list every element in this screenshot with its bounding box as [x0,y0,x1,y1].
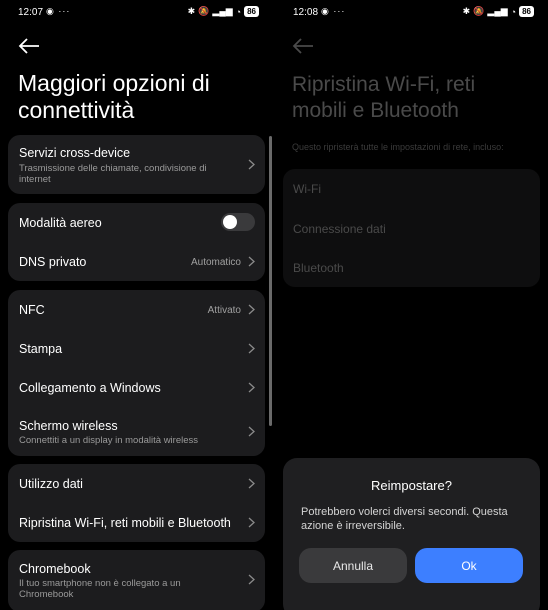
page-title: Maggiori opzioni di connettività [18,70,210,123]
status-time: 12:07 [18,7,44,18]
item-label: Stampa [19,342,63,356]
chevron-right-icon [248,574,255,585]
reset-item-wifi: Wi-Fi [293,182,321,196]
item-label: Servizi cross-device [19,146,131,160]
chevron-right-icon [248,343,255,354]
reset-items-card: Wi-Fi Connessione dati Bluetooth [283,169,540,287]
item-label: Collegamento a Windows [19,381,161,395]
item-label: Ripristina Wi-Fi, reti mobili e Bluetoot… [19,516,231,530]
settings-card: Utilizzo dati Ripristina Wi-Fi, reti mob… [8,464,265,542]
status-time: 12:08 [293,7,319,18]
confirm-dialog: Reimpostare? Potrebbero volerci diversi … [283,458,540,610]
system-icons: ✱ 🔕 ▂▄▆ ◔ 86 [463,6,534,17]
status-bar: 12:07 ◉ ··· ✱ 🔕 ▂▄▆ ◔ 86 [0,0,273,26]
status-bar: 12:08 ◉ ··· ✱ 🔕 ▂▄▆ ◔ 86 [275,0,548,26]
item-label: Utilizzo dati [19,477,83,491]
wireless-display-item[interactable]: Schermo wireless Connettiti a un display… [8,408,265,456]
chevron-right-icon [248,159,255,170]
back-arrow-icon[interactable] [292,38,314,54]
settings-card: Modalità aereo DNS privato Automatico [8,203,265,281]
chevron-right-icon [248,426,255,437]
item-label: Modalità aereo [19,216,102,230]
wifi-icon: ◔ [510,6,517,17]
item-subtitle: Il tuo smartphone non è collegato a un C… [19,578,181,600]
notification-icons: ◉ ··· [46,6,71,16]
notification-icons: ◉ ··· [321,6,346,16]
battery-icon: 86 [519,6,534,17]
chevron-right-icon [248,517,255,528]
item-subtitle: Connettiti a un display in modalità wire… [19,435,199,446]
airplane-mode-toggle[interactable] [221,213,255,231]
scrollbar[interactable] [269,136,272,426]
toggle-knob [223,215,237,229]
signal-icon: ▂▄▆ [212,6,233,16]
chevron-right-icon [248,256,255,267]
private-dns-item[interactable]: DNS privato Automatico [8,242,265,281]
cross-device-services-item[interactable]: Servizi cross-device Trasmissione delle … [8,135,265,194]
page-title: Ripristina Wi-Fi, reti mobili e Bluetoot… [292,73,476,122]
reset-item-mobile-data: Connessione dati [293,222,386,236]
item-label: Schermo wireless [19,419,118,433]
ok-button[interactable]: Ok [415,548,523,583]
back-arrow-icon[interactable] [18,38,40,54]
system-icons: ✱ 🔕 ▂▄▆ ◔ 86 [188,6,259,17]
data-usage-item[interactable]: Utilizzo dati [8,464,265,503]
item-label: DNS privato [19,255,87,269]
bluetooth-icon: ✱ [462,6,471,16]
airplane-mode-item[interactable]: Modalità aereo [8,203,265,242]
chromebook-item[interactable]: Chromebook Il tuo smartphone non è colle… [8,550,265,610]
chevron-right-icon [248,304,255,315]
chevron-right-icon [248,382,255,393]
mute-icon: 🔕 [198,6,210,16]
item-label: Chromebook [19,562,91,576]
reset-network-item[interactable]: Ripristina Wi-Fi, reti mobili e Bluetoot… [8,503,265,542]
print-item[interactable]: Stampa [8,329,265,368]
link-to-windows-item[interactable]: Collegamento a Windows [8,368,265,407]
reset-item-bluetooth: Bluetooth [293,261,344,275]
settings-card: Servizi cross-device Trasmissione delle … [8,135,265,194]
item-value: Attivato [207,305,241,316]
settings-card: NFC Attivato Stampa Collegamento a Windo… [8,290,265,456]
item-label: NFC [19,303,45,317]
settings-screen-left: 12:07 ◉ ··· ✱ 🔕 ▂▄▆ ◔ 86 Maggiori opzion… [0,0,273,610]
mute-icon: 🔕 [473,6,485,16]
bluetooth-icon: ✱ [187,6,196,16]
nfc-item[interactable]: NFC Attivato [8,290,265,329]
reset-screen-right: 12:08 ◉ ··· ✱ 🔕 ▂▄▆ ◔ 86 Ripristina Wi-F… [275,0,548,610]
cancel-button[interactable]: Annulla [299,548,407,583]
dialog-message: Potrebbero volerci diversi secondi. Ques… [301,506,508,532]
dialog-title: Reimpostare? [371,478,452,493]
item-subtitle: Trasmissione delle chiamate, condivision… [19,163,207,185]
reset-description: Questo ripristerà tutte le impostazioni … [292,142,504,152]
chevron-right-icon [248,478,255,489]
wifi-icon: ◔ [235,6,242,17]
battery-icon: 86 [244,6,259,17]
signal-icon: ▂▄▆ [487,6,508,16]
item-value: Automatico [190,257,241,268]
settings-card: Chromebook Il tuo smartphone non è colle… [8,550,265,610]
